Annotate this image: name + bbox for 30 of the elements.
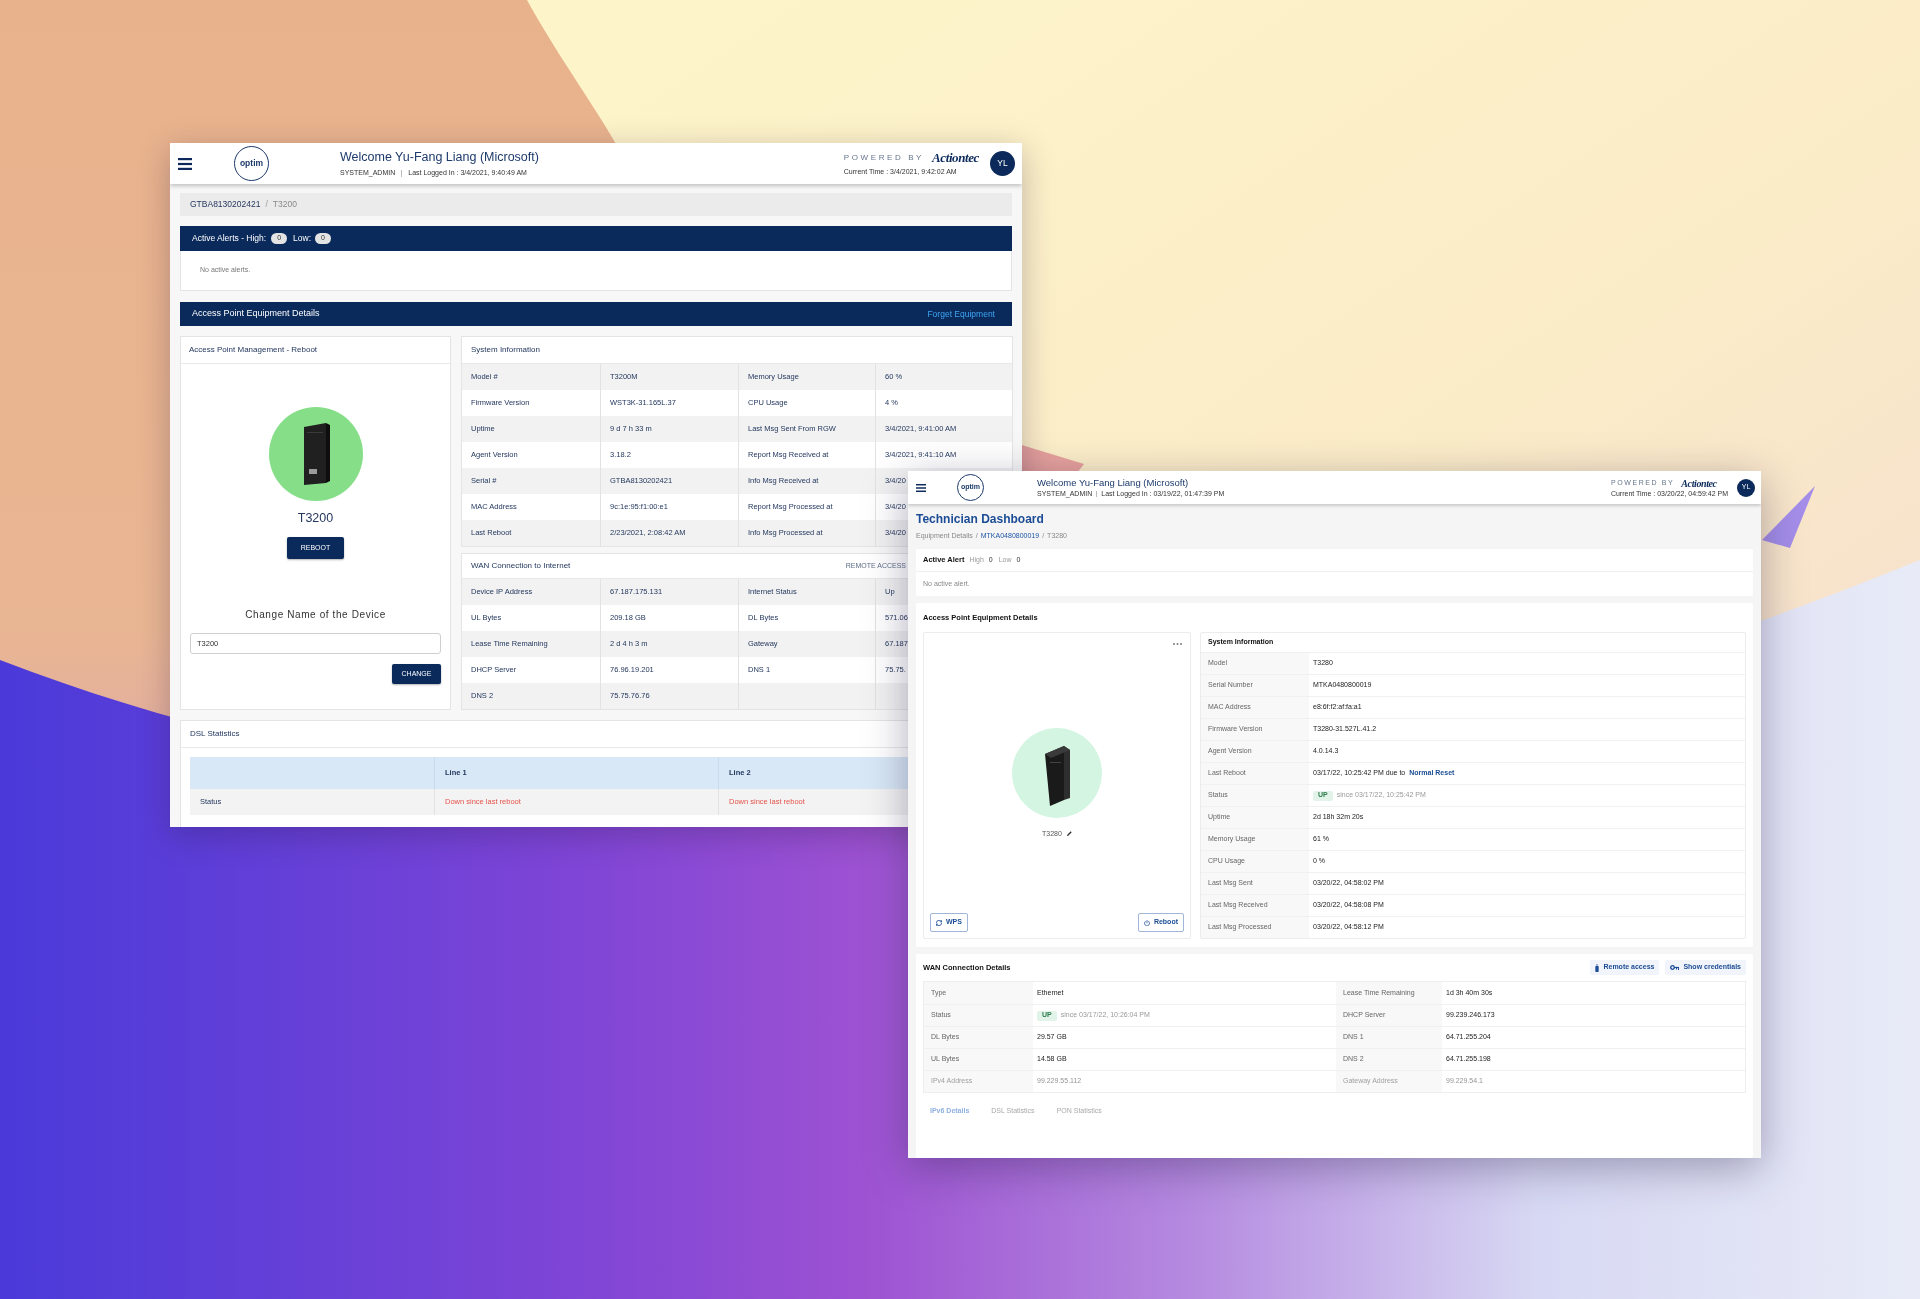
breadcrumb-current: T3200	[272, 198, 297, 211]
router-icon	[268, 407, 363, 501]
powered-by-label: POWERED BY	[843, 152, 925, 164]
card-title: DSL Statistics	[190, 728, 240, 740]
card-title: System Information	[471, 344, 540, 356]
brand-logo: Actiontec	[932, 151, 979, 165]
welcome-title: Welcome Yu-Fang Liang (Microsoft)	[1037, 477, 1190, 488]
menu-icon[interactable]	[916, 483, 926, 492]
brand-logo: Actiontec	[1681, 477, 1717, 489]
triangle-shape	[1762, 486, 1815, 548]
avatar[interactable]: YL	[990, 151, 1015, 176]
low-label: Low:	[293, 232, 312, 245]
menu-icon[interactable]	[178, 157, 192, 170]
usb-stick-icon	[1595, 963, 1600, 972]
welcome-title: Welcome Yu-Fang Liang (Microsoft)	[340, 150, 539, 165]
card-title: Access Point Management - Reboot	[189, 344, 318, 356]
page-title: Technician Dashboard	[916, 512, 1044, 526]
refresh-icon	[936, 919, 942, 926]
power-icon	[1143, 919, 1150, 926]
breadcrumb-link[interactable]: GTBA8130202421	[190, 198, 261, 211]
forget-equipment-link[interactable]: Forget Equipment	[927, 307, 995, 321]
router-icon	[1012, 728, 1102, 818]
pencil-icon[interactable]	[1066, 831, 1072, 836]
card-title: WAN Connection to Internet	[471, 560, 571, 572]
alerts-title: Active Alerts - High:	[192, 232, 267, 245]
breadcrumb-separator: /	[265, 198, 268, 211]
rename-title: Change Name of the Device	[245, 609, 386, 621]
key-icon	[1670, 965, 1680, 970]
section-title: Access Point Equipment Details	[192, 307, 320, 321]
device-name: T3200	[297, 511, 334, 526]
